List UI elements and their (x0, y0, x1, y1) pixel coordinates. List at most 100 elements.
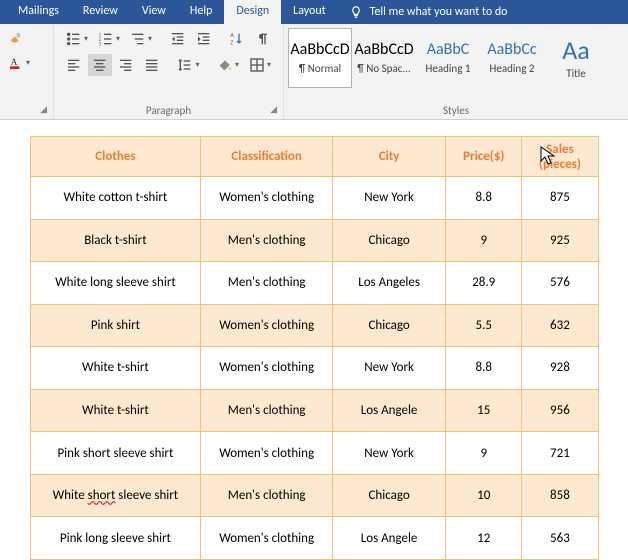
multilevel-list-button[interactable]: ▾ (126, 28, 156, 50)
table-cell[interactable]: Men's clothing (201, 262, 333, 305)
group-paragraph: ▾ 123▾ ▾ AZ ▾ ▾ ▾ Parag (54, 24, 284, 119)
group-label-styles: Styles (443, 104, 469, 117)
increase-indent-button[interactable] (192, 28, 216, 50)
table-cell[interactable]: Los Angele (333, 517, 446, 560)
tab-view[interactable]: View (130, 0, 178, 24)
table-cell[interactable]: Women's clothing (201, 177, 333, 220)
bullets-button[interactable]: ▾ (62, 28, 92, 50)
column-header[interactable]: Clothes (30, 137, 201, 177)
tab-help[interactable]: Help (178, 0, 225, 24)
table-cell[interactable]: 563 (522, 517, 598, 560)
table-cell[interactable]: 9 (446, 219, 522, 262)
table-cell[interactable]: 8.8 (446, 347, 522, 390)
table-cell[interactable]: Men's clothing (201, 474, 333, 517)
dialog-launcher-icon[interactable]: ◢ (40, 104, 47, 115)
tab-design[interactable]: Design (224, 0, 281, 24)
style-preview: Aa (562, 37, 590, 63)
style-tile--no-spac-[interactable]: AaBbCcD¶ No Spac... (352, 28, 416, 88)
table-cell[interactable]: 875 (522, 177, 598, 220)
dialog-launcher-icon[interactable]: ◢ (270, 104, 277, 115)
column-header[interactable]: City (333, 137, 446, 177)
format-painter-button[interactable] (4, 28, 34, 50)
table-cell[interactable]: 28.9 (446, 262, 522, 305)
table-cell[interactable]: New York (333, 347, 446, 390)
table-cell[interactable]: 632 (522, 304, 598, 347)
table-cell[interactable]: 928 (522, 347, 598, 390)
column-header[interactable]: Classification (201, 137, 333, 177)
tab-mailings[interactable]: Mailings (6, 0, 71, 24)
ribbon-tabs: Mailings Review View Help Design Layout … (0, 0, 628, 24)
style-preview: AaBbC (427, 42, 470, 58)
align-right-button[interactable] (114, 54, 138, 76)
table-cell[interactable]: Chicago (333, 219, 446, 262)
numbering-button[interactable]: 123▾ (94, 28, 124, 50)
table-cell[interactable]: Women's clothing (201, 347, 333, 390)
style-tile-heading-2[interactable]: AaBbCcHeading 2 (480, 28, 544, 88)
multilevel-icon (130, 31, 146, 47)
table-cell[interactable]: White t-shirt (30, 389, 201, 432)
style-name: Heading 1 (426, 62, 471, 75)
tab-review[interactable]: Review (71, 0, 130, 24)
style-tile-heading-1[interactable]: AaBbC Heading 1 (416, 28, 480, 88)
table-cell[interactable]: 8.8 (446, 177, 522, 220)
align-right-icon (118, 57, 134, 73)
table-row: Pink long sleeve shirtWomen's clothingLo… (30, 517, 598, 560)
table-cell[interactable]: White long sleeve shirt (30, 262, 201, 305)
style-tile--normal[interactable]: AaBbCcD¶ Normal (288, 28, 352, 88)
column-header[interactable]: Sales (pieces) (522, 137, 598, 177)
table-cell[interactable]: Chicago (333, 474, 446, 517)
table-cell[interactable]: Men's clothing (201, 219, 333, 262)
align-left-button[interactable] (62, 54, 86, 76)
font-color-button[interactable]: A ▾ (4, 52, 34, 74)
table-cell[interactable]: 9 (446, 432, 522, 475)
data-table: ClothesClassificationCityPrice($)Sales (… (30, 136, 599, 560)
ribbon: A ▾ ◢ ▾ 123▾ ▾ AZ (0, 24, 628, 120)
borders-button[interactable]: ▾ (245, 54, 275, 76)
table-cell[interactable]: Women's clothing (201, 517, 333, 560)
table-cell[interactable]: 925 (522, 219, 598, 262)
style-tile-title[interactable]: AaTitle (544, 28, 608, 88)
shading-button[interactable]: ▾ (213, 54, 243, 76)
table-cell[interactable]: 12 (446, 517, 522, 560)
align-center-button[interactable] (88, 54, 112, 76)
tell-me-search[interactable]: Tell me what you want to do (338, 0, 518, 24)
table-cell[interactable]: Los Angele (333, 389, 446, 432)
decrease-indent-button[interactable] (166, 28, 190, 50)
table-cell[interactable]: Women's clothing (201, 304, 333, 347)
table-cell[interactable]: White short sleeve shirt (30, 474, 201, 517)
table-cell[interactable]: White cotton t-shirt (30, 177, 201, 220)
line-spacing-button[interactable]: ▾ (173, 54, 203, 76)
table-cell[interactable]: Pink short sleeve shirt (30, 432, 201, 475)
table-cell[interactable]: 15 (446, 389, 522, 432)
show-hide-button[interactable] (251, 28, 275, 50)
spelling-error[interactable]: short (88, 488, 116, 503)
pilcrow-icon (255, 31, 271, 47)
numbering-icon: 123 (98, 31, 114, 47)
table-cell[interactable]: 576 (522, 262, 598, 305)
svg-text:3: 3 (99, 43, 102, 47)
table-cell[interactable]: 10 (446, 474, 522, 517)
paint-bucket-icon (217, 57, 233, 73)
table-cell[interactable]: White t-shirt (30, 347, 201, 390)
table-cell[interactable]: Men's clothing (201, 389, 333, 432)
table-cell[interactable]: 721 (522, 432, 598, 475)
chevron-down-icon: ▾ (195, 60, 199, 70)
sort-button[interactable]: AZ (225, 28, 249, 50)
column-header[interactable]: Price($) (446, 137, 522, 177)
table-cell[interactable]: Chicago (333, 304, 446, 347)
table-cell[interactable]: 858 (522, 474, 598, 517)
table-cell[interactable]: Pink long sleeve shirt (30, 517, 201, 560)
table-cell[interactable]: New York (333, 177, 446, 220)
justify-icon (144, 57, 160, 73)
table-cell[interactable]: Women's clothing (201, 432, 333, 475)
table-cell[interactable]: Los Angeles (333, 262, 446, 305)
chevron-down-icon: ▾ (148, 34, 152, 44)
tab-layout[interactable]: Layout (281, 0, 338, 24)
table-cell[interactable]: Pink shirt (30, 304, 201, 347)
table-cell[interactable]: 5.5 (446, 304, 522, 347)
table-cell[interactable]: Black t-shirt (30, 219, 201, 262)
table-cell[interactable]: 956 (522, 389, 598, 432)
chevron-down-icon: ▾ (116, 34, 120, 44)
table-cell[interactable]: New York (333, 432, 446, 475)
justify-button[interactable] (140, 54, 164, 76)
